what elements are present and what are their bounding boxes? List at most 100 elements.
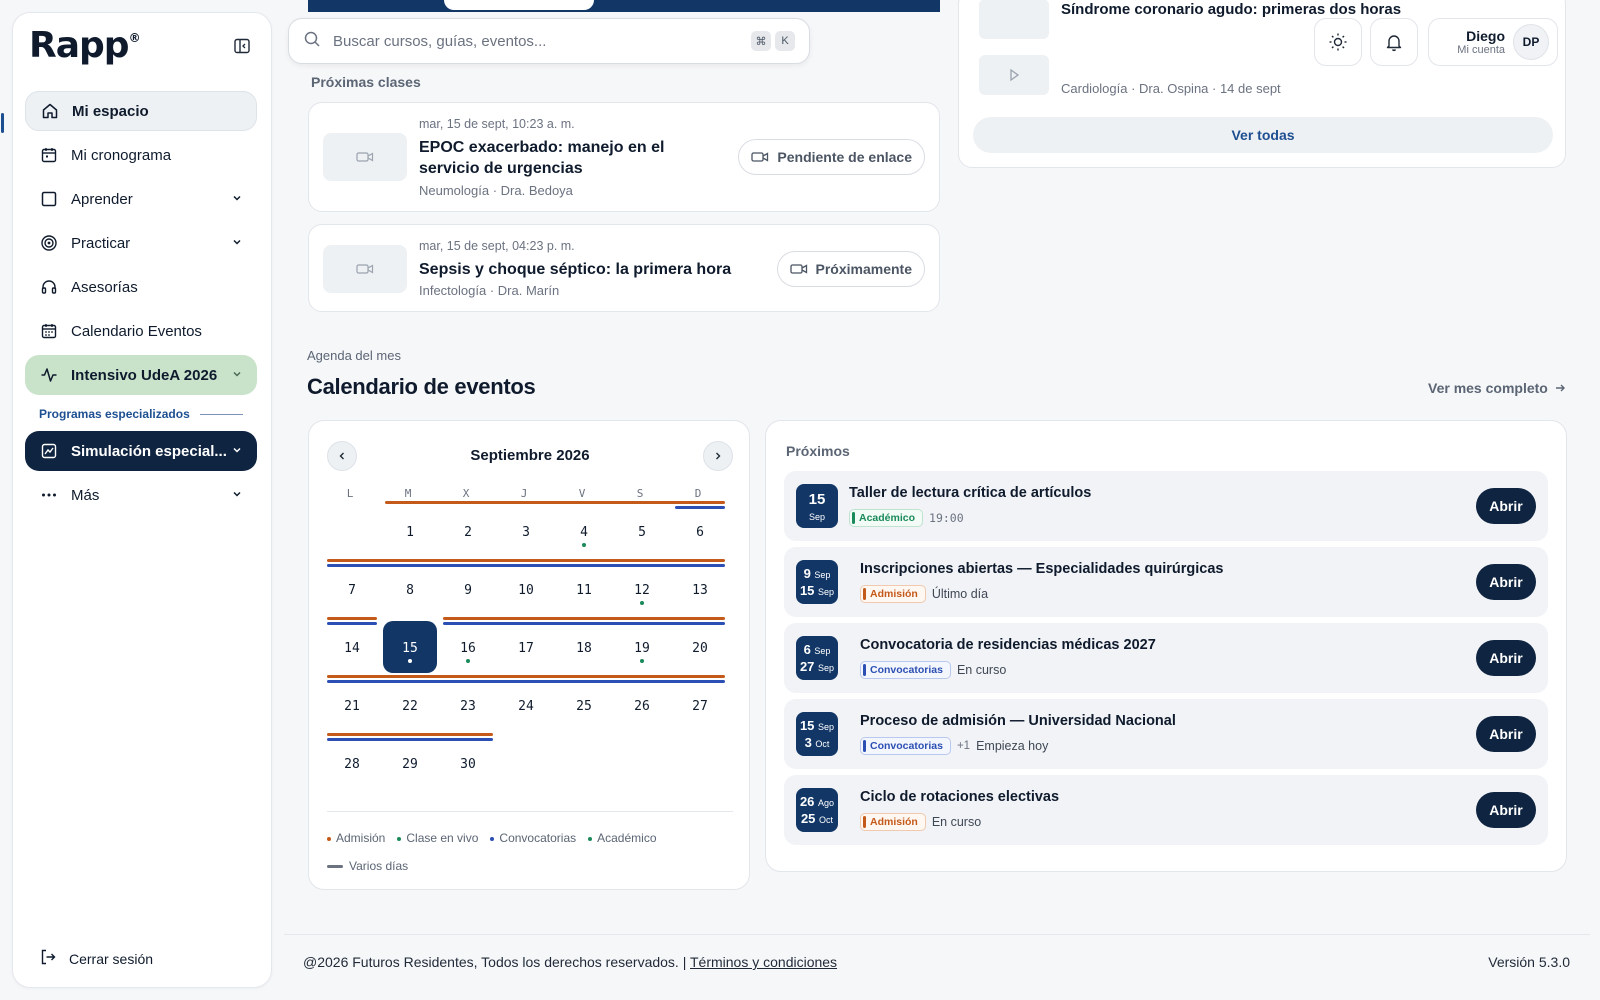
- calendar-day[interactable]: 13: [673, 563, 727, 615]
- calendar-day[interactable]: 15: [383, 621, 437, 673]
- notifications-button[interactable]: [1370, 18, 1418, 66]
- calendar-day[interactable]: 19: [615, 621, 669, 673]
- coming-soon-button[interactable]: Próximamente: [776, 251, 925, 287]
- day-number: 27: [692, 699, 708, 714]
- sidebar-item-simulacion-especial[interactable]: Simulación especial...: [25, 431, 257, 471]
- calendar-day[interactable]: 2: [441, 505, 495, 557]
- calendar-day[interactable]: 7: [325, 563, 379, 615]
- see-full-month-link[interactable]: Ver mes completo: [1428, 380, 1566, 396]
- event-row[interactable]: 26 Ago 25 Oct Ciclo de rotaciones electiva…: [784, 775, 1548, 845]
- sidebar-item-aprender[interactable]: Aprender: [25, 179, 257, 219]
- calendar-day[interactable]: 10: [499, 563, 553, 615]
- terms-link[interactable]: Términos y condiciones: [690, 954, 837, 970]
- calendar-day[interactable]: 18: [557, 621, 611, 673]
- calendar-day[interactable]: 29: [383, 737, 437, 789]
- calendar-day[interactable]: 25: [557, 679, 611, 731]
- calendar-day[interactable]: 14: [325, 621, 379, 673]
- logout-button[interactable]: Cerrar sesión: [39, 948, 153, 969]
- open-button[interactable]: Abrir: [1476, 564, 1536, 600]
- class-card[interactable]: mar, 15 de sept, 10:23 a. m. EPOC exacer…: [308, 102, 940, 212]
- bell-icon: [1386, 35, 1402, 52]
- calendar-day[interactable]: 21: [325, 679, 379, 731]
- event-span-bar: [385, 501, 725, 504]
- chevron-down-icon: [231, 443, 243, 460]
- account-menu[interactable]: Diego Mi cuenta DP: [1428, 18, 1558, 66]
- calendar-day[interactable]: 1: [383, 505, 437, 557]
- events-heading: Próximos: [786, 443, 850, 459]
- logo[interactable]: Rapp®: [29, 25, 141, 66]
- weekday-label: S: [636, 487, 644, 500]
- headset-icon: [39, 277, 59, 297]
- event-date-badge: 6 Sep 27 Sep: [796, 636, 838, 680]
- sidebar-item-asesorias[interactable]: Asesorías: [25, 267, 257, 307]
- calendar-day[interactable]: 30: [441, 737, 495, 789]
- day-number: 1: [406, 525, 414, 540]
- calendar-day[interactable]: 27: [673, 679, 727, 731]
- date-month: Sep: [818, 587, 835, 597]
- status-label: Pendiente de enlace: [777, 149, 912, 165]
- date-day: 15: [799, 718, 815, 733]
- calendar-day[interactable]: 9: [441, 563, 495, 615]
- open-button[interactable]: Abrir: [1476, 792, 1536, 828]
- day-number: 7: [348, 583, 356, 598]
- category-tag: Admisión: [860, 813, 926, 831]
- weekday-label: L: [346, 487, 354, 500]
- sidebar-item-calendario-eventos[interactable]: Calendario Eventos: [25, 311, 257, 351]
- calendar-day[interactable]: 3: [499, 505, 553, 557]
- calendar-day[interactable]: 6: [673, 505, 727, 557]
- sidebar-item-mi-cronograma[interactable]: Mi cronograma: [25, 135, 257, 175]
- calendar-day[interactable]: 5: [615, 505, 669, 557]
- next-month-button[interactable]: [703, 441, 733, 471]
- calendar-day[interactable]: 8: [383, 563, 437, 615]
- day-number: 23: [460, 699, 476, 714]
- calendar-day[interactable]: 23: [441, 679, 495, 731]
- day-number: 11: [576, 583, 592, 598]
- class-subject: Infectología · Dra. Marín: [419, 283, 560, 298]
- event-title: Convocatoria de residencias médicas 2027: [860, 637, 1156, 653]
- calendar-day[interactable]: 24: [499, 679, 553, 731]
- search-icon: [303, 30, 321, 53]
- calendar-month-label: Septiembre 2026: [470, 447, 590, 464]
- calendar-day[interactable]: 11: [557, 563, 611, 615]
- event-row[interactable]: 6 Sep 27 Sep Convocatoria de residencias m…: [784, 623, 1548, 693]
- day-number: 21: [344, 699, 360, 714]
- calendar-day[interactable]: 4: [557, 505, 611, 557]
- event-row[interactable]: 15 Sep 3 Oct Proceso de admisión — Univers…: [784, 699, 1548, 769]
- calendar-day[interactable]: 17: [499, 621, 553, 673]
- video-icon: [356, 152, 374, 162]
- calendar-day[interactable]: 26: [615, 679, 669, 731]
- event-title: Proceso de admisión — Universidad Nacion…: [860, 713, 1176, 729]
- section-title: Próximas clases: [311, 74, 421, 90]
- calendar-day[interactable]: 28: [325, 737, 379, 789]
- calendar-day[interactable]: 12: [615, 563, 669, 615]
- divider: [327, 811, 733, 812]
- event-title: Ciclo de rotaciones electivas: [860, 789, 1060, 805]
- sidebar-item-mi-espacio[interactable]: Mi espacio: [25, 91, 257, 131]
- kbd-cmd: ⌘: [751, 31, 771, 51]
- sidebar-item-label: Calendario Eventos: [71, 322, 202, 340]
- calendar-day[interactable]: 16: [441, 621, 495, 673]
- search-input[interactable]: Buscar cursos, guías, eventos... ⌘ K: [288, 18, 810, 64]
- open-button[interactable]: Abrir: [1476, 640, 1536, 676]
- event-date-badge: 26 Ago 25 Oct: [796, 788, 838, 832]
- day-number: 18: [576, 641, 592, 656]
- sidebar-item-intensivo-udea[interactable]: Intensivo UdeA 2026: [25, 355, 257, 395]
- legend-label: Admisión: [336, 831, 386, 845]
- sidebar-item-practicar[interactable]: Practicar: [25, 223, 257, 263]
- category-tag: Admisión: [860, 585, 926, 603]
- date-month: Sep: [818, 722, 835, 732]
- legend-label: Varios días: [349, 859, 409, 873]
- see-all-button[interactable]: Ver todas: [973, 117, 1553, 153]
- sidebar-item-mas[interactable]: Más: [25, 475, 257, 515]
- open-button[interactable]: Abrir: [1476, 716, 1536, 752]
- event-row[interactable]: 9 Sep 15 Sep Inscripciones abiertas — Espe…: [784, 547, 1548, 617]
- theme-toggle-button[interactable]: [1314, 18, 1362, 66]
- open-button[interactable]: Abrir: [1476, 488, 1536, 524]
- calendar-day[interactable]: 22: [383, 679, 437, 731]
- event-row[interactable]: 15 Sep Taller de lectura crítica de artícu…: [784, 471, 1548, 541]
- class-title: EPOC exacerbado: manejo en el servicio d…: [419, 139, 665, 177]
- class-card[interactable]: mar, 15 de sept, 04:23 p. m. Sepsis y ch…: [308, 224, 940, 312]
- calendar-day[interactable]: 20: [673, 621, 727, 673]
- pending-link-button[interactable]: Pendiente de enlace: [738, 139, 925, 175]
- collapse-sidebar-button[interactable]: [225, 29, 259, 63]
